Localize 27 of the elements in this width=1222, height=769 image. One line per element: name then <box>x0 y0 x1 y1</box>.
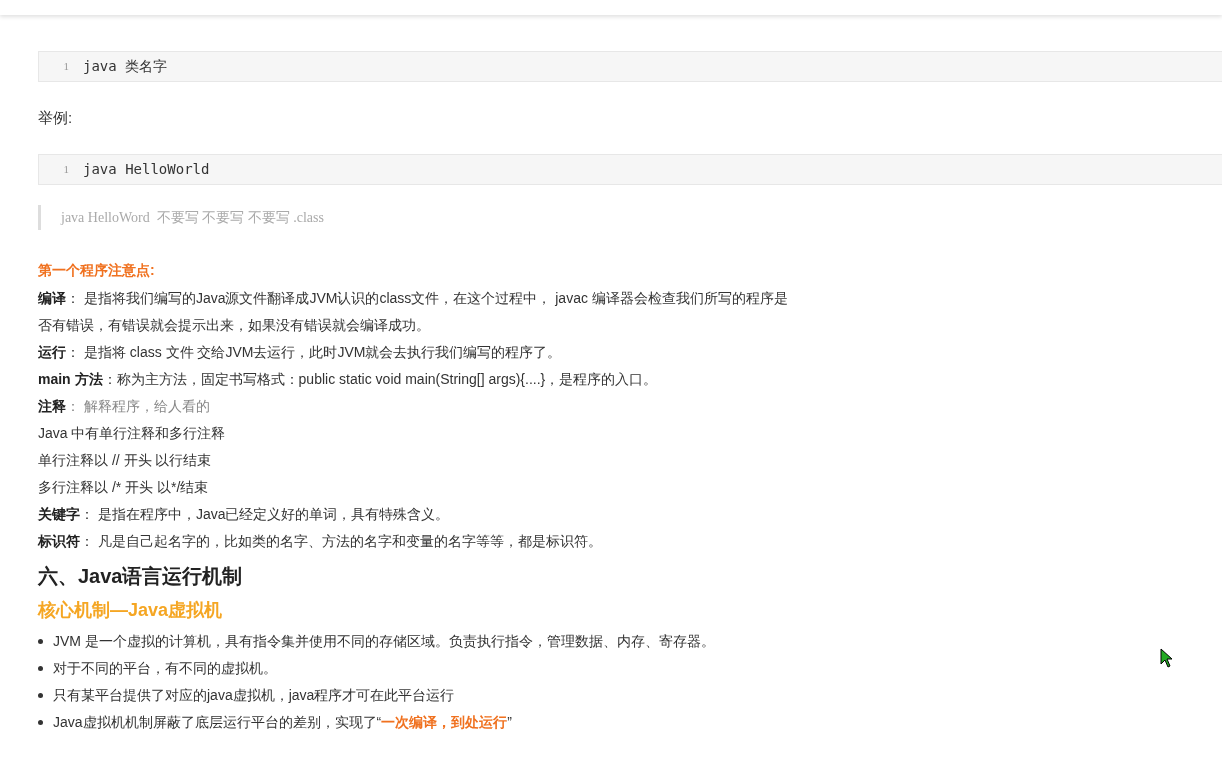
bullet-icon <box>38 638 43 644</box>
code-line: java HelloWorld <box>83 159 210 179</box>
note-text: 多行注释以 /* 开头 以*/结束 <box>38 477 210 497</box>
bullet-icon <box>38 692 43 698</box>
bullet-text: JVM 是一个虚拟的计算机，具有指令集并使用不同的存储区域。负责执行指令，管理数据、内存、寄存器。 <box>53 631 715 651</box>
bullet-text: 只有某平台提供了对应的java虚拟机，java程序才可在此平台运行 <box>53 685 455 705</box>
section-heading: 六、Java语言运行机制 <box>38 563 243 589</box>
blockquote: java HelloWord 不要写 不要写 不要写 .class <box>38 204 324 230</box>
note-text: 标识符： 凡是自己起名字的，比如类的名字、方法的名字和变量的名字等等，都是标识符。 <box>38 531 603 551</box>
note-text: main 方法：称为主方法，固定书写格式：public static void main(String[] args){....}，是程序的入口。 <box>38 369 659 389</box>
code-line: java 类名字 <box>83 57 168 76</box>
bullet-icon <box>38 719 43 725</box>
note-text: Java 中有单行注释和多行注释 <box>38 423 227 443</box>
bullet-text: 对于不同的平台，有不同的虚拟机。 <box>53 658 277 678</box>
note-text: 单行注释以 // 开头 以行结束 <box>38 450 213 470</box>
bullet-icon <box>38 665 43 671</box>
mouse-cursor-icon <box>1160 648 1173 668</box>
notes-title: 第一个程序注意点: <box>38 260 155 280</box>
note-text: 关键字： 是指在程序中，Java已经定义好的单词，具有特殊含义。 <box>38 504 451 524</box>
subheading: 核心机制—Java虚拟机 <box>38 598 223 622</box>
line-number: 1 <box>62 161 70 177</box>
line-number: 1 <box>62 59 70 75</box>
note-text: 编译： 是指将我们编写的Java源文件翻译成JVM认识的class文件，在这个过程中， javac 编译器会检查我们所写的程序是否有错误，有错误就会提示出来，如果没有错误就会编译成功。 <box>38 288 789 335</box>
bullet-text: Java虚拟机机制屏蔽了底层运行平台的差别，实现了“一次编译，到处运行” <box>53 712 512 732</box>
example-label: 举例: <box>38 108 73 128</box>
note-text: 运行： 是指将 class 文件 交给JVM去运行，此时JVM就会去执行我们编写的程序了。 <box>38 342 563 362</box>
note-text: 注释： 解释程序，给人看的 <box>38 396 211 416</box>
